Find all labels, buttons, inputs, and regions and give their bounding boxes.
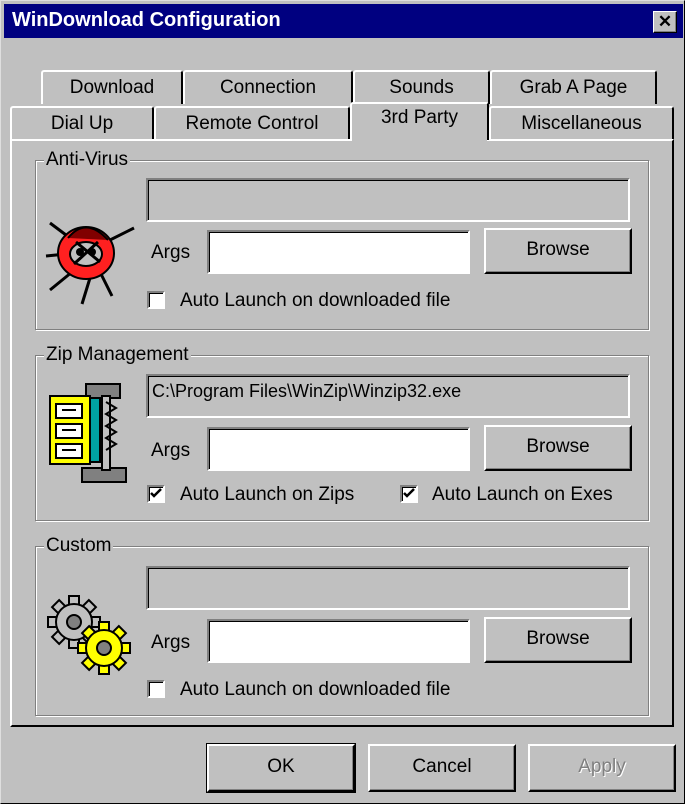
custom-title: Custom (44, 535, 114, 557)
custom-args-input[interactable] (207, 619, 470, 663)
anti-virus-args-input[interactable] (207, 230, 470, 274)
apply-button[interactable]: Apply (528, 744, 676, 792)
zip-management-title: Zip Management (44, 344, 191, 366)
anti-virus-auto-launch-checkbox[interactable] (147, 291, 165, 309)
tab-dial-up[interactable]: Dial Up (10, 106, 154, 140)
zip-path-field[interactable]: C:\Program Files\WinZip\Winzip32.exe (146, 374, 630, 418)
checkmark-icon (150, 488, 162, 498)
zip-auto-launch-zips-checkbox[interactable] (147, 485, 165, 503)
tab-sounds[interactable]: Sounds (353, 70, 490, 104)
tab-connection[interactable]: Connection (183, 70, 353, 104)
zip-auto-launch-exes-checkbox[interactable] (400, 485, 418, 503)
window-title: WinDownload Configuration (12, 9, 281, 31)
zip-browse-button[interactable]: Browse (484, 425, 632, 471)
anti-virus-title: Anti-Virus (44, 149, 131, 171)
bug-icon (42, 198, 142, 314)
active-tab-joiner (352, 137, 487, 143)
zip-auto-launch-exes-label: Auto Launch on Exes (432, 484, 613, 505)
gears-icon (44, 592, 136, 688)
checkmark-icon (403, 488, 415, 498)
ok-button[interactable]: OK (206, 743, 356, 793)
close-button[interactable]: ✕ (653, 11, 677, 33)
title-bar[interactable]: WinDownload Configuration ✕ (4, 4, 683, 38)
custom-browse-button[interactable]: Browse (484, 617, 632, 663)
cancel-button[interactable]: Cancel (368, 744, 516, 792)
winzip-vise-icon (46, 378, 136, 494)
zip-args-label: Args (151, 440, 191, 461)
custom-auto-launch-checkbox[interactable] (147, 680, 165, 698)
anti-virus-auto-launch-label: Auto Launch on downloaded file (180, 290, 451, 311)
close-icon: ✕ (657, 12, 673, 31)
tab-miscellaneous[interactable]: Miscellaneous (489, 106, 674, 140)
custom-path-field[interactable] (146, 566, 630, 610)
anti-virus-browse-button[interactable]: Browse (484, 228, 632, 274)
anti-virus-path-field[interactable] (146, 178, 630, 222)
custom-args-label: Args (151, 632, 191, 653)
zip-auto-launch-zips-label: Auto Launch on Zips (180, 484, 355, 505)
tab-3rd-party[interactable]: 3rd Party (350, 102, 489, 140)
tab-remote-control[interactable]: Remote Control (154, 106, 350, 140)
custom-auto-launch-label: Auto Launch on downloaded file (180, 679, 451, 700)
tab-download[interactable]: Download (41, 70, 183, 104)
zip-args-input[interactable] (207, 427, 470, 471)
tab-grab-a-page[interactable]: Grab A Page (490, 70, 657, 104)
anti-virus-args-label: Args (151, 242, 191, 263)
